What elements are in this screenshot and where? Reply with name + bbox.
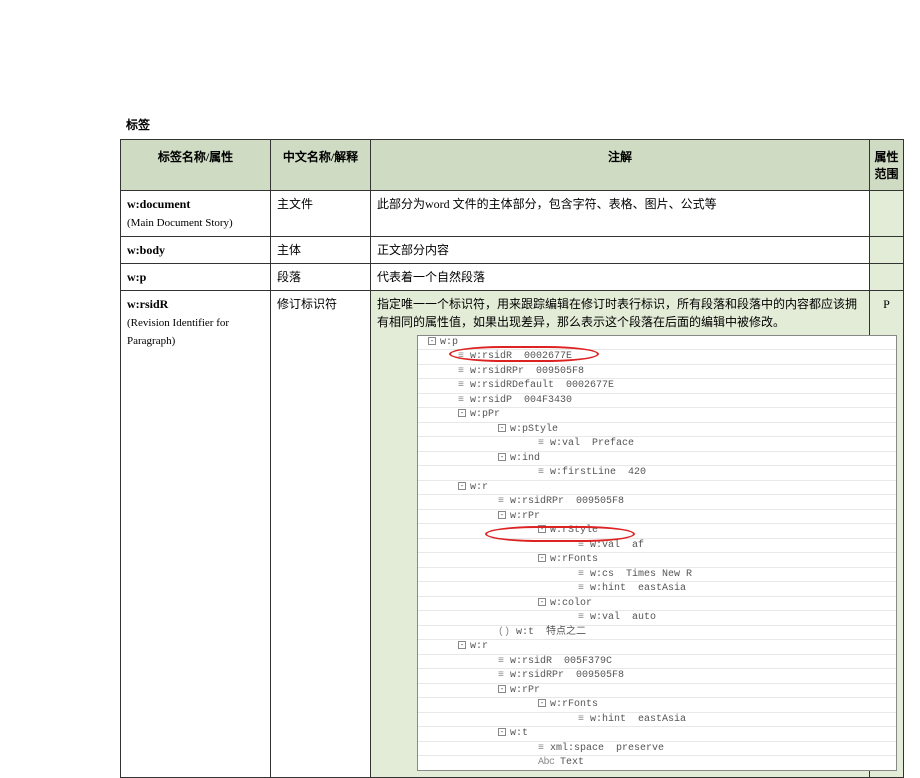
table-row: w:body 主体 正文部分内容 bbox=[121, 236, 904, 263]
table-row: w:rsidR (Revision Identifier for Paragra… bbox=[121, 290, 904, 777]
tag-zh: 主体 bbox=[271, 236, 371, 263]
tag-scope bbox=[870, 191, 904, 237]
table-header: 标签名称/属性 中文名称/解释 注解 属性 范围 bbox=[121, 140, 904, 191]
tag-name: w:p bbox=[127, 270, 146, 284]
tag-note: 正文部分内容 bbox=[371, 236, 870, 263]
header-zh: 中文名称/解释 bbox=[271, 140, 371, 191]
tag-note: 代表着一个自然段落 bbox=[371, 263, 870, 290]
tag-sub: (Revision Identifier for Paragraph) bbox=[127, 317, 229, 348]
tag-zh: 段落 bbox=[271, 263, 371, 290]
header-name: 标签名称/属性 bbox=[121, 140, 271, 191]
tag-note: 此部分为word 文件的主体部分，包含字符、表格、图片、公式等 bbox=[371, 191, 870, 237]
document-page: 标签 标签名称/属性 中文名称/解释 注解 属性 范围 w:document (… bbox=[120, 116, 904, 778]
tag-note: 指定唯一一个标识符，用来跟踪编辑在修订时表行标识，所有段落和段落中的内容都应该拥… bbox=[377, 295, 863, 331]
tag-zh: 修订标识符 bbox=[271, 290, 371, 777]
tag-sub: (Main Document Story) bbox=[127, 217, 233, 229]
section-title: 标签 bbox=[126, 116, 904, 133]
table-row: w:p 段落 代表着一个自然段落 bbox=[121, 263, 904, 290]
header-scope: 属性 范围 bbox=[870, 140, 904, 191]
table-row: w:document (Main Document Story) 主文件 此部分… bbox=[121, 191, 904, 237]
header-note: 注解 bbox=[371, 140, 870, 191]
tags-table: 标签名称/属性 中文名称/解释 注解 属性 范围 w:document (Mai… bbox=[120, 139, 904, 778]
tag-scope bbox=[870, 263, 904, 290]
tag-scope bbox=[870, 236, 904, 263]
tag-name: w:document bbox=[127, 197, 190, 211]
tag-name: w:rsidR bbox=[127, 297, 168, 311]
tag-name: w:body bbox=[127, 243, 165, 257]
tag-zh: 主文件 bbox=[271, 191, 371, 237]
xml-tree-illustration: -w:p w:rsidR0002677E w:rsidRPr009505F8 w… bbox=[377, 335, 863, 771]
